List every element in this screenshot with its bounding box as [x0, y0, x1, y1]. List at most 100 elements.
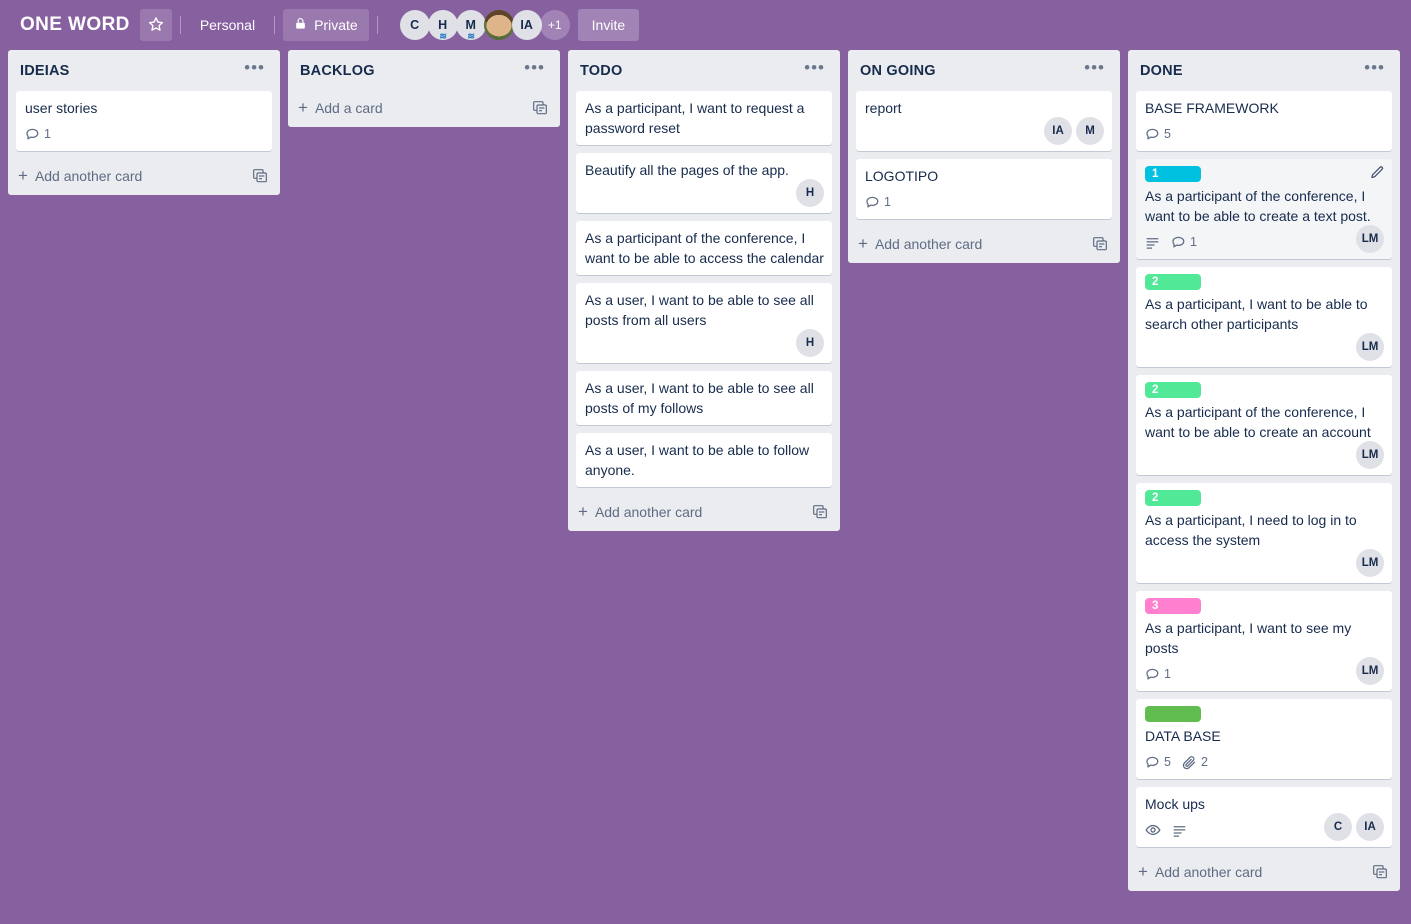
card[interactable]: 2 As a participant of the conference, I w… [1136, 375, 1392, 475]
card-member-avatar[interactable]: LM [1356, 441, 1384, 469]
card-title: As a participant, I want to request a pa… [585, 100, 805, 136]
card-member-avatar[interactable]: IA [1044, 117, 1072, 145]
card-member-avatar[interactable]: H [796, 179, 824, 207]
card[interactable]: DATA BASE 5 2 [1136, 699, 1392, 779]
card[interactable]: As a user, I want to be able to follow a… [576, 433, 832, 487]
card-member-avatar[interactable]: LM [1356, 549, 1384, 577]
card-member-avatar[interactable]: M [1076, 117, 1104, 145]
list-title[interactable]: ON GOING [860, 63, 936, 79]
card-template-icon[interactable] [812, 504, 828, 520]
card-labels: 2 [1145, 490, 1384, 506]
avatar[interactable]: M ≋ [455, 10, 486, 40]
add-card-button[interactable]: + Add a card [288, 91, 560, 127]
card-members: LM [1356, 225, 1384, 253]
add-card-button[interactable]: + Add another card [1128, 855, 1400, 891]
card[interactable]: 1 As a participant of the conference, I w… [1136, 159, 1392, 259]
visibility-button[interactable]: Private [283, 9, 369, 41]
card[interactable]: 2 As a participant, I need to log in to a… [1136, 483, 1392, 583]
header-divider-1 [179, 16, 181, 34]
add-card-button[interactable]: + Add another card [848, 227, 1120, 263]
attachment-icon [1182, 755, 1197, 770]
edit-pencil-icon[interactable] [1369, 165, 1385, 181]
card[interactable]: As a participant, I want to request a pa… [576, 91, 832, 145]
avatar[interactable]: C [399, 10, 430, 40]
card-badges: 1 [1145, 230, 1384, 254]
card-badge-value: 5 [1164, 755, 1171, 769]
card-badge-value: 1 [884, 195, 891, 209]
card[interactable]: report IA M [856, 91, 1112, 151]
card-badge-value: 2 [1200, 755, 1208, 769]
list-menu-icon[interactable]: ••• [237, 59, 272, 81]
avatar-overflow-label: +1 [547, 18, 562, 32]
card-badge-value: 1 [1164, 667, 1171, 681]
invite-button[interactable]: Invite [577, 9, 640, 41]
add-card-button[interactable]: + Add another card [8, 159, 280, 195]
avatar[interactable]: IA [511, 10, 542, 40]
list-menu-icon[interactable]: ••• [517, 59, 552, 81]
list-title[interactable]: DONE [1140, 63, 1183, 79]
card-member-avatar[interactable]: LM [1356, 657, 1384, 685]
watch-eye-icon [1145, 822, 1161, 838]
card[interactable]: As a user, I want to be able to see all … [576, 283, 832, 363]
list-menu-icon[interactable]: ••• [1357, 59, 1392, 81]
list-header: DONE ••• [1128, 50, 1400, 91]
card-label[interactable]: 3 [1145, 598, 1201, 614]
card-template-icon[interactable] [532, 100, 548, 116]
card-badge [1145, 822, 1161, 838]
card-members: LM [1356, 549, 1384, 577]
avatar[interactable]: H ≋ [427, 10, 458, 40]
plus-icon: + [578, 502, 588, 521]
card-template-icon[interactable] [1372, 864, 1388, 880]
card[interactable]: Mock ups C IA [1136, 787, 1392, 847]
list-menu-icon[interactable]: ••• [797, 59, 832, 81]
description-icon [1145, 235, 1160, 250]
list-title[interactable]: IDEIAS [20, 63, 70, 79]
list-title[interactable]: BACKLOG [300, 63, 375, 79]
card[interactable]: user stories 1 [16, 91, 272, 151]
list-header: TODO ••• [568, 50, 840, 91]
list-menu-icon[interactable]: ••• [1077, 59, 1112, 81]
card[interactable]: As a participant of the conference, I wa… [576, 221, 832, 275]
card-template-icon[interactable] [1092, 236, 1108, 252]
card-template-icon[interactable] [252, 168, 268, 184]
card-title: As a user, I want to be able to see all … [585, 292, 814, 328]
card-labels: 2 [1145, 382, 1384, 398]
avatar-photo[interactable] [483, 10, 514, 40]
card-badge-value: 1 [44, 127, 51, 141]
card-label[interactable]: 2 [1145, 490, 1201, 506]
card-list: As a participant, I want to request a pa… [568, 91, 840, 495]
card[interactable]: Beautify all the pages of the app. H [576, 153, 832, 213]
add-card-label: Add a card [314, 100, 383, 116]
card-badges: 1 [25, 122, 264, 146]
card-badges: 5 [1145, 122, 1384, 146]
add-card-button[interactable]: + Add another card [568, 495, 840, 531]
card-members: LM [1356, 333, 1384, 361]
card-badge: 1 [1145, 667, 1171, 682]
card-member-avatar[interactable]: H [796, 329, 824, 357]
card[interactable]: 3 As a participant, I want to see my post… [1136, 591, 1392, 691]
avatar-overflow-count[interactable]: +1 [539, 10, 570, 40]
avatar-initials: H [438, 18, 448, 32]
card[interactable]: 2 As a participant, I want to be able to … [1136, 267, 1392, 367]
card-members: C IA [1324, 813, 1384, 841]
card-label[interactable]: 2 [1145, 382, 1201, 398]
card-badges: 1 [865, 190, 1104, 214]
card-member-avatar[interactable]: LM [1356, 225, 1384, 253]
card-member-avatar[interactable]: LM [1356, 333, 1384, 361]
star-board-button[interactable] [139, 9, 172, 41]
list-title[interactable]: TODO [580, 63, 622, 79]
card-member-avatar[interactable]: C [1324, 813, 1352, 841]
card-label[interactable]: 2 [1145, 274, 1201, 290]
header-divider-3 [376, 16, 378, 34]
card-label[interactable]: 1 [1145, 166, 1201, 182]
card[interactable]: BASE FRAMEWORK 5 [1136, 91, 1392, 151]
card[interactable]: LOGOTIPO 1 [856, 159, 1112, 219]
workspace-button[interactable]: Personal [189, 9, 266, 41]
list-header: IDEIAS ••• [8, 50, 280, 91]
card-badge [1145, 235, 1160, 250]
card-member-avatar[interactable]: IA [1356, 813, 1384, 841]
card[interactable]: As a user, I want to be able to see all … [576, 371, 832, 425]
add-card-label-group: + Add another card [18, 167, 142, 184]
card-label[interactable] [1145, 706, 1201, 722]
card-labels: 3 [1145, 598, 1384, 614]
